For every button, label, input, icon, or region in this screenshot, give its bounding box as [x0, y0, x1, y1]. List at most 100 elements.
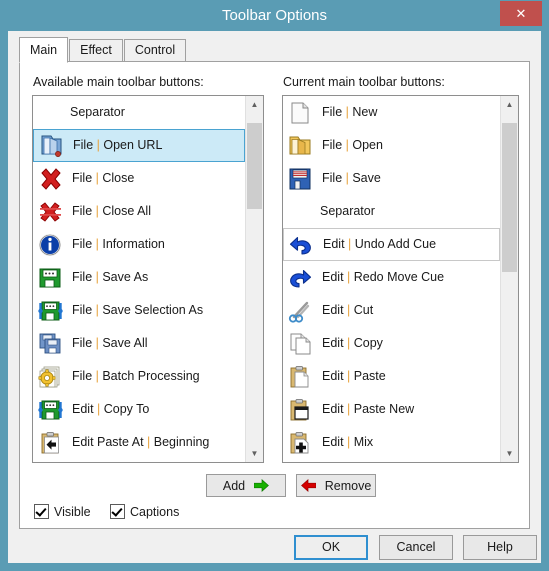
- captions-checkbox[interactable]: Captions: [110, 504, 179, 519]
- list-item[interactable]: Edit | Copy To: [33, 393, 245, 426]
- list-item[interactable]: Separator: [33, 96, 245, 129]
- add-button[interactable]: Add: [206, 474, 286, 497]
- close-all-red-x-icon: [37, 198, 67, 226]
- arrow-left-red-icon: [300, 479, 317, 492]
- tab-page-main: Available main toolbar buttons: Current …: [19, 61, 530, 529]
- list-item-label: Edit | Cut: [322, 303, 374, 317]
- dialog-body: Main Effect Control Available main toolbar…: [8, 31, 541, 563]
- available-list-label: Available main toolbar buttons:: [33, 75, 204, 89]
- list-item[interactable]: File | Batch Processing: [33, 360, 245, 393]
- list-item[interactable]: Edit | Copy: [283, 327, 500, 360]
- save-selection-as-floppy-icon: [37, 297, 67, 325]
- list-item-label: Edit Paste At | Beginning: [72, 435, 210, 449]
- scroll-up-icon[interactable]: ▲: [501, 96, 518, 113]
- tab-label: Control: [134, 43, 176, 57]
- redo-arrow-icon: [287, 264, 317, 292]
- clipboard-mix-plus-icon: [287, 429, 317, 457]
- list-item-label: File | Information: [72, 237, 165, 251]
- list-item[interactable]: File | Information: [33, 228, 245, 261]
- list-item-label: File | Save: [322, 171, 381, 185]
- list-item-label: File | Save All: [72, 336, 148, 350]
- list-item[interactable]: File | Open: [283, 129, 500, 162]
- tab-label: Effect: [80, 43, 112, 57]
- cancel-button[interactable]: Cancel: [379, 535, 453, 560]
- list-item-label: File | Close All: [72, 204, 151, 218]
- save-as-floppy-icon: [37, 264, 67, 292]
- list-item-label: Edit | Copy To: [72, 402, 150, 416]
- available-list-scrollbar[interactable]: ▲ ▼: [245, 96, 263, 462]
- list-item[interactable]: Edit | Paste: [283, 360, 500, 393]
- list-item[interactable]: File | Open URL: [33, 129, 245, 162]
- list-item[interactable]: Edit Paste At | Beginning: [33, 426, 245, 459]
- add-button-label: Add: [222, 478, 246, 493]
- list-item[interactable]: File | Save Selection As: [33, 294, 245, 327]
- list-item-label: File | Open URL: [73, 138, 163, 152]
- batch-processing-gear-icon: [37, 363, 67, 391]
- available-buttons-list[interactable]: Separator File | Open URL File | Close Fi…: [32, 95, 264, 463]
- open-url-icon: [38, 132, 68, 160]
- list-item-label: File | Batch Processing: [72, 369, 200, 383]
- clipboard-paste-icon: [287, 363, 317, 391]
- list-item-label: Edit | Redo Move Cue: [322, 270, 445, 284]
- ok-button[interactable]: OK: [294, 535, 368, 560]
- checkbox-check-icon: [110, 504, 125, 519]
- list-item[interactable]: File | Close All: [33, 195, 245, 228]
- scroll-up-icon[interactable]: ▲: [246, 96, 263, 113]
- scrollbar-thumb[interactable]: [247, 122, 262, 210]
- list-item-label: Edit | Paste New: [322, 402, 415, 416]
- new-document-icon: [287, 99, 317, 127]
- paste-at-beginning-icon: [37, 429, 67, 457]
- remove-button-label: Remove: [324, 478, 372, 493]
- tab-control[interactable]: Control: [124, 39, 186, 62]
- close-red-x-icon: [37, 165, 67, 193]
- list-item-label: Edit | Mix: [322, 435, 374, 449]
- list-item-label: Separator: [70, 105, 125, 119]
- list-item[interactable]: File | Save All: [33, 327, 245, 360]
- copy-to-floppy-icon: [37, 396, 67, 424]
- tab-label: Main: [29, 43, 58, 57]
- tab-effect[interactable]: Effect: [69, 39, 123, 62]
- tab-main[interactable]: Main: [19, 37, 68, 63]
- window-title: Toolbar Options: [221, 7, 328, 24]
- list-item-label: Edit | Copy: [322, 336, 383, 350]
- close-icon[interactable]: ✕: [500, 1, 542, 26]
- list-item-label: Edit | Paste: [322, 369, 386, 383]
- list-item[interactable]: File | Save: [283, 162, 500, 195]
- information-icon: [37, 231, 67, 259]
- open-folder-icon: [287, 132, 317, 160]
- scissors-icon: [287, 297, 317, 325]
- toolbar-options-dialog: Toolbar Options ✕ Main Effect Control Avai…: [0, 0, 549, 571]
- captions-checkbox-label: Captions: [130, 504, 180, 519]
- visible-checkbox-label: Visible: [54, 504, 91, 519]
- undo-arrow-icon: [288, 231, 318, 259]
- title-bar: Toolbar Options ✕: [0, 0, 549, 31]
- list-item[interactable]: File | Close: [33, 162, 245, 195]
- scroll-down-icon[interactable]: ▼: [501, 445, 518, 462]
- copy-pages-icon: [287, 330, 317, 358]
- clipboard-paste-new-icon: [287, 396, 317, 424]
- list-item[interactable]: Separator: [283, 195, 500, 228]
- list-item-label: File | New: [322, 105, 378, 119]
- list-item[interactable]: Edit | Cut: [283, 294, 500, 327]
- list-item[interactable]: Edit | Paste New: [283, 393, 500, 426]
- current-list-scrollbar[interactable]: ▲ ▼: [500, 96, 518, 462]
- checkbox-check-icon: [34, 504, 49, 519]
- save-floppy-icon: [287, 165, 317, 193]
- scroll-down-icon[interactable]: ▼: [246, 445, 263, 462]
- remove-button[interactable]: Remove: [296, 474, 376, 497]
- list-item[interactable]: Edit | Undo Add Cue: [283, 228, 500, 261]
- arrow-right-green-icon: [253, 479, 270, 492]
- list-item-label: Edit | Undo Add Cue: [323, 237, 437, 251]
- current-list-label: Current main toolbar buttons:: [283, 75, 445, 89]
- list-item-label: File | Save Selection As: [72, 303, 204, 317]
- help-button[interactable]: Help: [463, 535, 537, 560]
- current-buttons-list[interactable]: File | New File | Open File | Save Separa…: [282, 95, 519, 463]
- list-item[interactable]: Edit | Mix: [283, 426, 500, 459]
- visible-checkbox[interactable]: Visible: [34, 504, 91, 519]
- list-item[interactable]: File | Save As: [33, 261, 245, 294]
- list-item-label: File | Save As: [72, 270, 149, 284]
- list-item[interactable]: Edit | Redo Move Cue: [283, 261, 500, 294]
- list-item[interactable]: File | New: [283, 96, 500, 129]
- save-all-floppy-icon: [37, 330, 67, 358]
- scrollbar-thumb[interactable]: [502, 122, 517, 273]
